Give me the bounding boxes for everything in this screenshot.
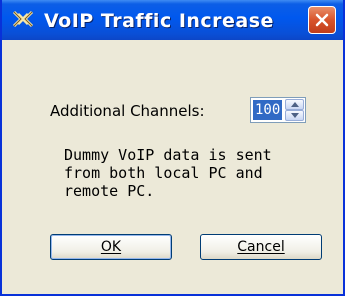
channels-label: Additional Channels:: [50, 102, 205, 120]
arrow-up-icon: [291, 102, 299, 107]
description-text: Dummy VoIP data is sent from both local …: [64, 146, 272, 200]
window-title: VoIP Traffic Increase: [44, 10, 274, 32]
dialog-window: VoIP Traffic Increase Additional Channel…: [0, 0, 345, 296]
close-button[interactable]: [308, 6, 336, 34]
channels-input[interactable]: 100: [253, 100, 283, 120]
spinner-buttons: [285, 99, 304, 121]
channels-spinner[interactable]: 100: [250, 97, 306, 123]
spin-down-button[interactable]: [285, 110, 304, 121]
spin-up-button[interactable]: [285, 99, 304, 110]
title-bar[interactable]: VoIP Traffic Increase: [2, 0, 343, 40]
app-logo-icon: [12, 10, 34, 28]
ok-button-label: OK: [100, 239, 122, 255]
ok-button[interactable]: OK: [50, 234, 172, 260]
arrow-down-icon: [291, 113, 299, 118]
close-icon: [315, 13, 329, 27]
dialog-content: Additional Channels: 100 Dummy VoIP data…: [2, 40, 343, 294]
cancel-button-label: Cancel: [237, 239, 285, 255]
cancel-button[interactable]: Cancel: [200, 234, 322, 260]
